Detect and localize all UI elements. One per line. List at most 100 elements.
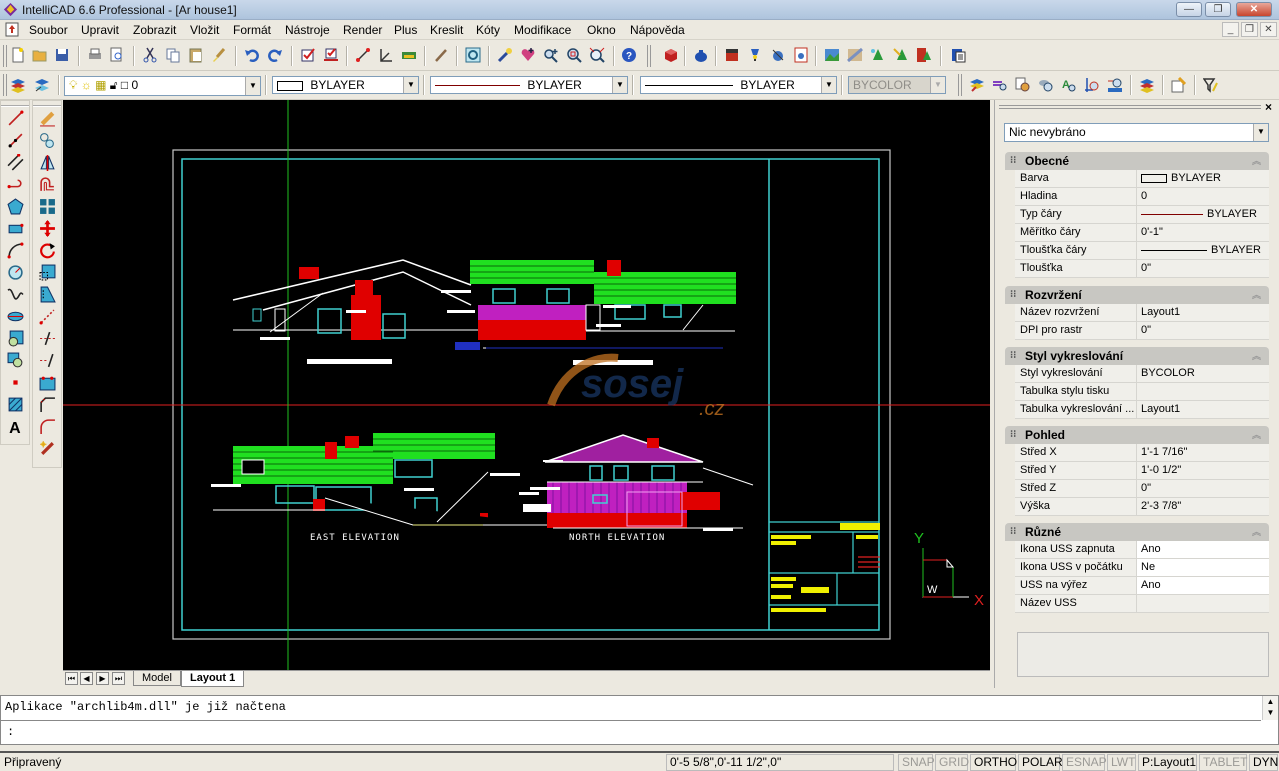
menu-zobrazit[interactable]: Zobrazit [133, 23, 176, 37]
line-tool-button[interactable] [4, 107, 26, 129]
clipboard-button[interactable] [948, 45, 968, 65]
status-toggle-snap[interactable]: SNAP [898, 754, 935, 771]
new-button[interactable] [8, 45, 28, 65]
menu-okno[interactable]: Okno [587, 23, 616, 37]
status-toggle-polar[interactable]: POLAR [1018, 754, 1063, 771]
property-value[interactable]: Ano [1136, 577, 1269, 594]
polygon-tool-button[interactable] [4, 195, 26, 217]
coordinates-display[interactable]: 0'-5 5/8",0'-11 1/2",0" [666, 754, 894, 771]
property-row[interactable]: Název rozvržení Layout1 [1015, 304, 1269, 322]
rotate-tool-button[interactable] [36, 239, 58, 261]
make-block-tool-button[interactable] [4, 349, 26, 371]
mdi-restore-button[interactable]: ❐ [1241, 22, 1258, 37]
landscape-new-button[interactable] [868, 45, 888, 65]
text-find-button[interactable]: A [1059, 75, 1079, 95]
save-button[interactable] [52, 45, 72, 65]
copy-tool-button[interactable] [36, 129, 58, 151]
status-toggle-tablet[interactable]: TABLET [1199, 754, 1247, 771]
property-value[interactable]: 0'-1" [1136, 224, 1269, 241]
status-toggle-grid[interactable]: GRID [935, 754, 969, 771]
zoom-in-button[interactable] [541, 45, 561, 65]
chamfer-tool-button[interactable] [36, 393, 58, 415]
check-print-button[interactable] [321, 45, 341, 65]
text-tool-button[interactable]: A [4, 415, 26, 437]
section-header[interactable]: ⁝⁝ Pohled ︽ [1005, 426, 1269, 444]
property-row[interactable]: Tloušťka 0" [1015, 260, 1269, 278]
erase-tool-button[interactable] [36, 107, 58, 129]
scale-tool-button[interactable] [36, 261, 58, 283]
property-row[interactable]: Střed X 1'-1 7/16" [1015, 444, 1269, 462]
property-row[interactable]: Hladina 0 [1015, 188, 1269, 206]
property-value[interactable]: Layout1 [1136, 304, 1269, 321]
last-tab-button[interactable]: ⏭︎ [112, 672, 125, 685]
brush-button[interactable] [431, 45, 451, 65]
document-icon[interactable] [5, 22, 19, 37]
property-row[interactable]: Název USS [1015, 595, 1269, 613]
insert-block-tool-button[interactable] [4, 327, 26, 349]
materials-button[interactable] [845, 45, 865, 65]
command-scrollbar[interactable]: ▲ ▼ [1262, 696, 1278, 720]
explode-tool-button[interactable] [36, 437, 58, 459]
properties-button[interactable] [1169, 75, 1189, 95]
scene-button[interactable] [722, 45, 742, 65]
render-button[interactable] [661, 45, 681, 65]
redo-button[interactable] [265, 45, 285, 65]
property-row[interactable]: DPI pro rastr 0" [1015, 322, 1269, 340]
viewport-button[interactable] [463, 45, 483, 65]
property-row[interactable]: Ikona USS zapnuta Ano [1015, 541, 1269, 559]
property-value[interactable]: BYCOLOR [1136, 365, 1269, 382]
property-value[interactable]: 0" [1136, 322, 1269, 339]
property-row[interactable]: Střed Y 1'-0 1/2" [1015, 462, 1269, 480]
collapse-icon[interactable]: ︽ [1252, 347, 1261, 365]
property-value[interactable]: Ne [1136, 559, 1269, 576]
property-row[interactable]: Ikona USS v počátku Ne [1015, 559, 1269, 577]
mdi-minimize-button[interactable]: _ [1222, 22, 1239, 37]
layer-view-button[interactable] [1036, 75, 1056, 95]
spline-tool-button[interactable] [4, 283, 26, 305]
chevron-down-icon[interactable]: ▼ [1253, 124, 1268, 141]
tab-layout1[interactable]: Layout 1 [181, 671, 245, 687]
check-button[interactable] [298, 45, 318, 65]
break-tool-button[interactable] [36, 371, 58, 393]
window-close-button[interactable]: ✕ [1236, 2, 1272, 17]
property-value[interactable]: 2'-3 7/8" [1136, 498, 1269, 515]
panel-grip[interactable] [999, 105, 1261, 109]
next-tab-button[interactable]: ▶ [96, 672, 109, 685]
status-toggle-esnap[interactable]: ESNAP [1062, 754, 1107, 771]
layer-dropdown[interactable]: 💡︎ ☼ ▦ 🔓︎ □ 0 ▼ [64, 76, 261, 96]
circle-tool-button[interactable] [4, 261, 26, 283]
section-header[interactable]: ⁝⁝ Rozvržení ︽ [1005, 286, 1269, 304]
property-value[interactable]: 1'-0 1/2" [1136, 462, 1269, 479]
landscape-library-button[interactable] [914, 45, 934, 65]
panel-close-button[interactable]: × [1265, 100, 1272, 114]
heart-add-button[interactable] [518, 45, 538, 65]
menu-upravit[interactable]: Upravit [81, 23, 119, 37]
status-toggle-dyn[interactable]: DYN [1249, 754, 1278, 771]
lineweight-dropdown[interactable]: BYLAYER ▼ [640, 76, 837, 94]
status-toggle-playout1[interactable]: P:Layout1 [1138, 754, 1197, 771]
property-value[interactable]: BYLAYER [1136, 206, 1269, 223]
property-row[interactable]: Měřítko čáry 0'-1" [1015, 224, 1269, 242]
chevron-down-icon[interactable]: ▼ [403, 77, 418, 93]
chevron-down-icon[interactable]: ▼ [612, 77, 627, 93]
lengthen-tool-button[interactable] [36, 305, 58, 327]
selection-dropdown[interactable]: Nic nevybráno ▼ [1004, 123, 1269, 142]
first-tab-button[interactable]: ⏮︎ [65, 672, 78, 685]
menu-soubor[interactable]: Soubor [29, 23, 68, 37]
collapse-icon[interactable]: ︽ [1252, 286, 1261, 304]
layers-button[interactable] [8, 75, 28, 95]
section-header[interactable]: ⁝⁝ Různé ︽ [1005, 523, 1269, 541]
undo-button[interactable] [242, 45, 262, 65]
dimension-find-button[interactable] [1082, 75, 1102, 95]
property-row[interactable]: Tabulka stylu tisku [1015, 383, 1269, 401]
property-row[interactable]: Střed Z 0" [1015, 480, 1269, 498]
property-value[interactable]: 0" [1136, 260, 1269, 277]
tab-model[interactable]: Model [133, 671, 181, 686]
ray-tool-button[interactable] [4, 129, 26, 151]
collapse-icon[interactable]: ︽ [1252, 523, 1261, 541]
menu-modifikace[interactable]: Modifikace [514, 23, 571, 37]
property-value[interactable]: Layout1 [1136, 401, 1269, 418]
layer-previous-button[interactable] [32, 75, 52, 95]
render-scene-button[interactable] [768, 45, 788, 65]
collapse-icon[interactable]: ︽ [1252, 426, 1261, 444]
